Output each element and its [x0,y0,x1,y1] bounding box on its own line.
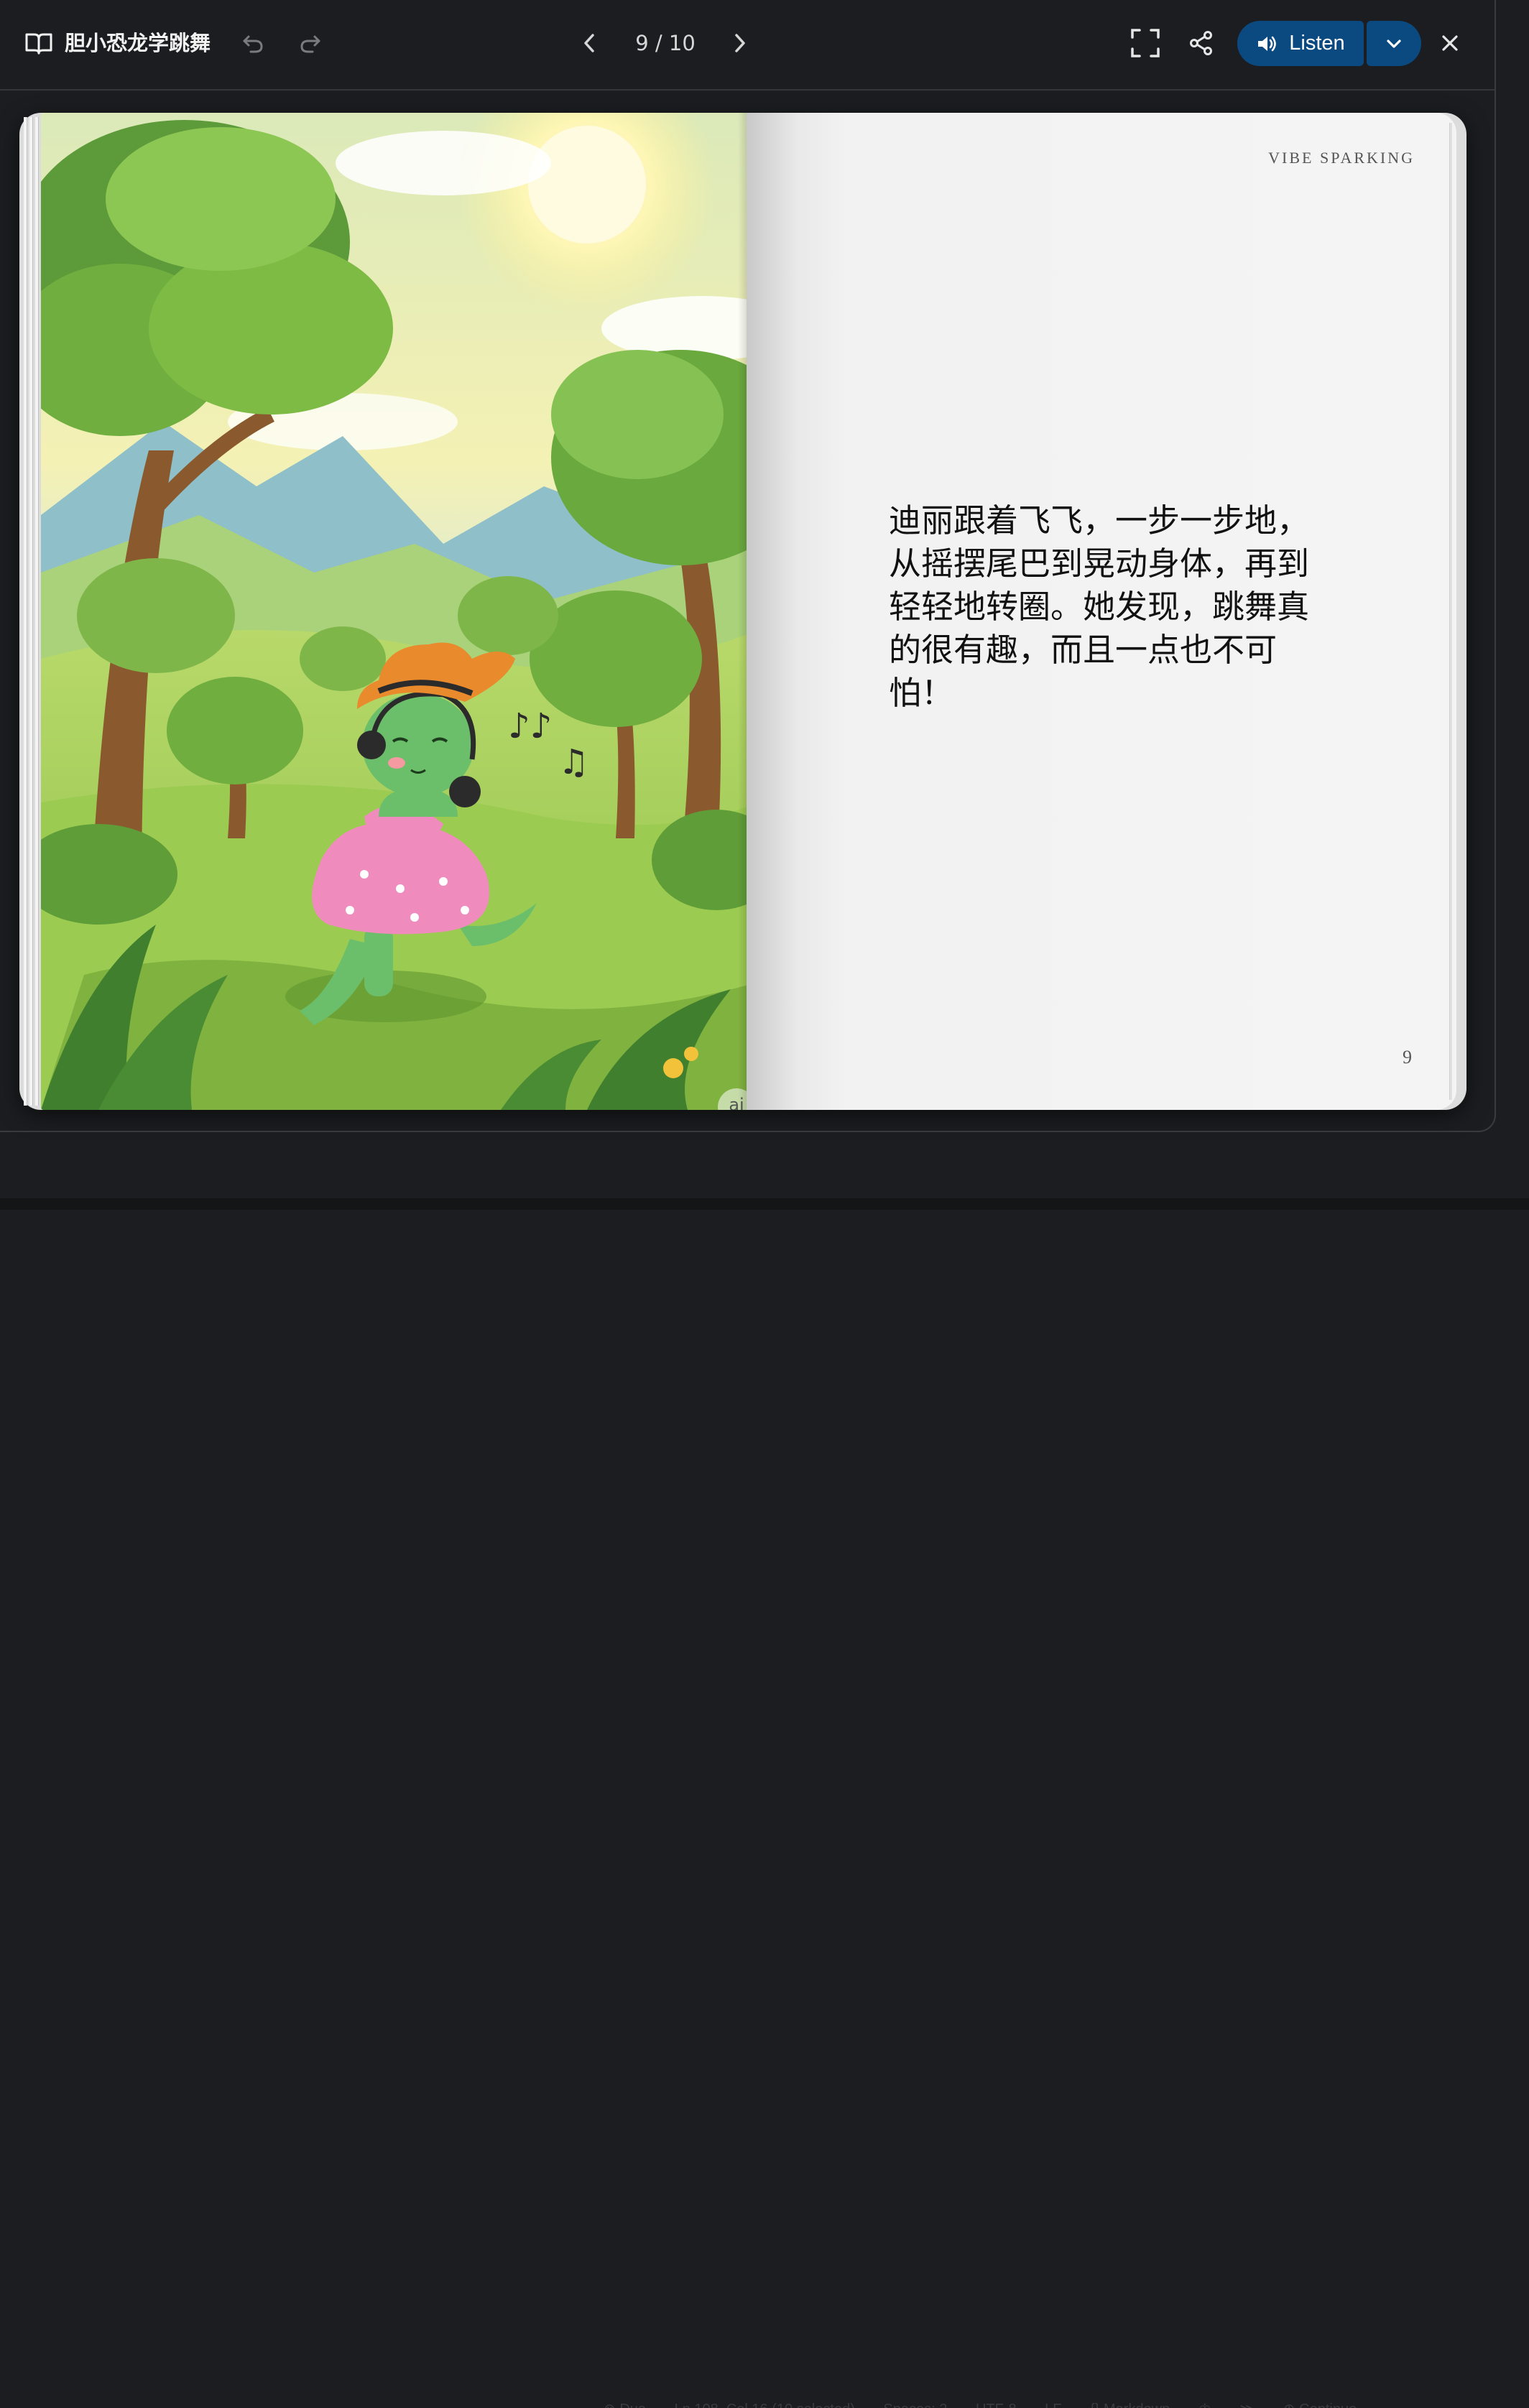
speaker-icon [1258,36,1277,51]
undo-icon[interactable] [240,30,266,56]
brand-label: VIBE SPARKING [1268,149,1415,167]
dinosaur-dancing-illustration: ♪♪ ♫ [41,113,758,1110]
illustration-page: ♪♪ ♫ ai [41,113,758,1110]
book-title: 胆小恐龙学跳舞 [65,31,211,55]
svg-text:♫: ♫ [558,742,589,782]
redo-icon[interactable] [297,30,323,56]
svg-text:♪♪: ♪♪ [508,706,552,746]
status-bar: ⊗ Dua Ln 108, Col 16 (10 selected) Space… [604,2399,1529,2408]
chevron-left-icon[interactable] [575,29,604,57]
close-icon[interactable] [1436,29,1464,57]
chevron-right-icon[interactable] [726,29,754,57]
page-number: 9 [1403,1047,1412,1068]
book-spread: ♪♪ ♫ ai VIBE SPARKING 迪丽跟着飞飞，一步一步地，从摇摆尾巴… [19,113,1466,1110]
status-item[interactable]: ≫ [1239,2402,1255,2408]
status-item[interactable]: ♔ [1198,2402,1211,2408]
status-item[interactable]: {} Markdown [1090,2402,1170,2408]
page-indicator: 9 / 10 [635,31,696,55]
book-icon [24,30,53,56]
listen-options-button[interactable] [1367,21,1421,66]
page-edge [29,117,33,1106]
chevron-down-icon [1387,39,1401,48]
listen-label: Listen [1289,32,1345,55]
text-page: VIBE SPARKING 迪丽跟着飞飞，一步一步地，从摇摆尾巴到晃动身体，再到… [747,113,1456,1110]
story-text: 迪丽跟着飞飞，一步一步地，从摇摆尾巴到晃动身体，再到轻轻地转圈。她发现，跳舞真的… [889,501,1310,712]
viewer-toolbar: 胆小恐龙学跳舞 9 / 10 Listen [0,0,1495,91]
page-edge [35,117,39,1106]
status-item[interactable]: ⊕ Continue [1283,2402,1357,2408]
status-item[interactable]: UTF-8 [976,2402,1017,2408]
page-edge [24,117,27,1106]
status-item[interactable]: Spaces: 2 [883,2402,947,2408]
share-icon[interactable] [1187,29,1216,57]
listen-button[interactable]: Listen [1237,21,1364,66]
status-item[interactable]: ⊗ Dua [604,2402,646,2408]
book-viewer: 胆小恐龙学跳舞 9 / 10 Listen ♪♪ ♫ ai VIBE SPARK… [0,0,1496,1132]
fullscreen-icon[interactable] [1130,27,1161,59]
status-item[interactable]: LF [1045,2402,1061,2408]
page-edge [1449,123,1452,1100]
status-bar-strip: ⊗ Dua Ln 108, Col 16 (10 selected) Space… [0,1198,1529,2408]
status-item[interactable]: Ln 108, Col 16 (10 selected) [675,2402,855,2408]
